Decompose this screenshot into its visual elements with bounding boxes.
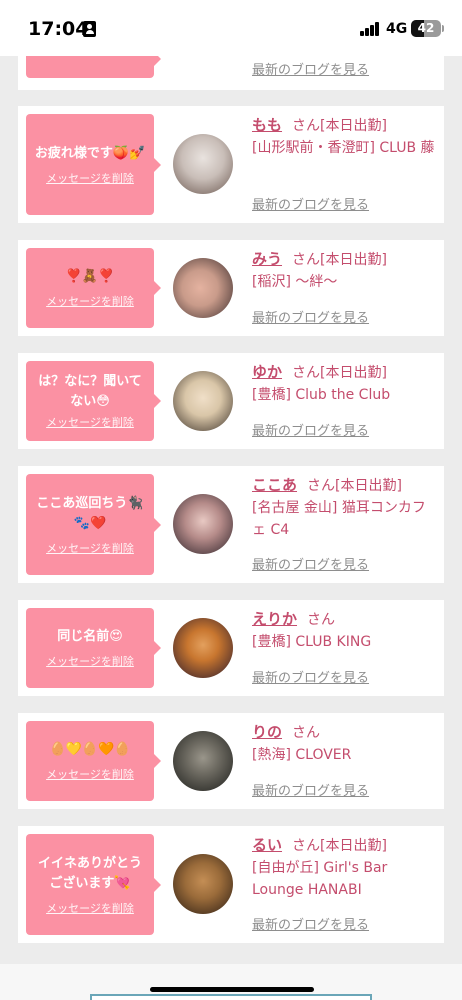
cast-info: ゆか さん[本日出勤] [豊橋] Club the Club — [252, 361, 438, 406]
attendance-tag: [本日出勤] — [320, 118, 387, 134]
delete-message-link[interactable]: メッセージを削除 — [46, 900, 134, 916]
message-bubble: ここあ巡回ちう🐈‍⬛🐾❤️ メッセージを削除 — [26, 474, 161, 575]
message-bubble: イイネありがとうございます💘 メッセージを削除 — [26, 834, 161, 935]
message-text: イイネありがとうございます💘 — [37, 855, 142, 891]
cast-name-link[interactable]: みう — [252, 250, 282, 268]
cast-name-link[interactable]: もも — [252, 116, 282, 134]
message-card: 🥚💛🥚🧡🥚 メッセージを削除 りの さん [熱海] CLOVER 最新のブログを見… — [18, 713, 444, 809]
honorific: さん — [292, 118, 321, 134]
avatar[interactable] — [173, 618, 233, 678]
cast-name-link[interactable]: ここあ — [252, 476, 297, 494]
latest-blog-link[interactable]: 最新のブログを見る — [252, 667, 369, 686]
message-bubble: は？なに？聞いてない😳 メッセージを削除 — [26, 361, 161, 441]
honorific: さん — [307, 612, 336, 628]
delete-message-link[interactable]: メッセージを削除 — [46, 766, 134, 782]
honorific: さん — [292, 838, 321, 854]
cast-info: みう さん[本日出勤] [稲沢] 〜絆〜 — [252, 248, 438, 293]
honorific: さん — [307, 478, 336, 494]
message-bubble: ❣️🧸❣️ メッセージを削除 — [26, 248, 161, 328]
message-text: お疲れ様です🍑💅 — [34, 145, 146, 161]
message-list: 最新のブログを見る お疲れ様です🍑💅 メッセージを削除 もも さん[本日出勤] [… — [0, 0, 462, 1000]
cast-name-link[interactable]: りの — [252, 723, 282, 741]
message-card: お疲れ様です🍑💅 メッセージを削除 もも さん[本日出勤] [山形駅前・香澄町] … — [18, 106, 444, 223]
latest-blog-link[interactable]: 最新のブログを見る — [252, 307, 369, 326]
avatar[interactable] — [173, 134, 233, 194]
delete-message-link[interactable]: メッセージを削除 — [46, 540, 134, 556]
cast-name-link[interactable]: えりか — [252, 610, 297, 628]
footer-button[interactable] — [90, 994, 372, 1000]
latest-blog-link[interactable]: 最新のブログを見る — [252, 914, 369, 933]
message-card: ここあ巡回ちう🐈‍⬛🐾❤️ メッセージを削除 ここあ さん[本日出勤] [名古屋 … — [18, 466, 444, 583]
message-text: 🥚💛🥚🧡🥚 — [49, 742, 131, 757]
network-type: 4G — [386, 21, 408, 37]
cast-info: もも さん[本日出勤] [山形駅前・香澄町] CLUB 藤 — [252, 114, 438, 159]
shop-name: [熱海] CLOVER — [252, 747, 352, 763]
latest-blog-link[interactable]: 最新のブログを見る — [252, 420, 369, 439]
battery-icon: 42 — [411, 20, 441, 37]
latest-blog-link[interactable]: 最新のブログを見る — [252, 780, 369, 799]
attendance-tag: [本日出勤] — [320, 252, 387, 268]
message-text: ここあ巡回ちう🐈‍⬛🐾❤️ — [36, 495, 144, 531]
cast-info: りの さん [熱海] CLOVER — [252, 721, 438, 766]
message-card: は？なに？聞いてない😳 メッセージを削除 ゆか さん[本日出勤] [豊橋] Clu… — [18, 353, 444, 449]
avatar[interactable] — [173, 258, 233, 318]
cast-info: えりか さん [豊橋] CLUB KING — [252, 608, 438, 653]
latest-blog-link[interactable]: 最新のブログを見る — [252, 194, 369, 213]
message-text: は？なに？聞いてない😳 — [38, 374, 142, 409]
cast-name-link[interactable]: るい — [252, 836, 282, 854]
honorific: さん — [292, 365, 321, 381]
cast-name-link[interactable]: ゆか — [252, 363, 282, 381]
battery-level: 42 — [417, 21, 435, 35]
delete-message-link[interactable]: メッセージを削除 — [46, 414, 134, 430]
honorific: さん — [292, 725, 321, 741]
status-bar: 17:04 4G 42 — [0, 0, 462, 56]
avatar[interactable] — [173, 371, 233, 431]
attendance-tag: [本日出勤] — [335, 478, 402, 494]
home-indicator — [150, 987, 314, 992]
footer-area — [0, 964, 462, 1000]
avatar[interactable] — [173, 731, 233, 791]
shop-name: [豊橋] CLUB KING — [252, 634, 372, 650]
honorific: さん — [292, 252, 321, 268]
signal-icon — [360, 22, 380, 36]
message-bubble: お疲れ様です🍑💅 メッセージを削除 — [26, 114, 161, 215]
cast-info: るい さん[本日出勤] [自由が丘] Girl's Bar Lounge HANA… — [252, 834, 438, 901]
message-card: 同じ名前😍 メッセージを削除 えりか さん [豊橋] CLUB KING 最新のブ… — [18, 600, 444, 696]
shop-name: [自由が丘] Girl's Bar Lounge HANABI — [252, 860, 388, 898]
message-card: ❣️🧸❣️ メッセージを削除 みう さん[本日出勤] [稲沢] 〜絆〜 最新のブロ… — [18, 240, 444, 336]
attendance-tag: [本日出勤] — [320, 365, 387, 381]
delete-message-link[interactable]: メッセージを削除 — [46, 170, 134, 186]
cast-info: ここあ さん[本日出勤] [名古屋 金山] 猫耳コンカフェ C4 — [252, 474, 438, 541]
delete-message-link[interactable]: メッセージを削除 — [46, 653, 134, 669]
status-time: 17:04 — [28, 18, 89, 40]
shop-name: [豊橋] Club the Club — [252, 387, 391, 403]
message-card: イイネありがとうございます💘 メッセージを削除 るい さん[本日出勤] [自由が丘… — [18, 826, 444, 943]
attendance-tag: [本日出勤] — [320, 838, 387, 854]
battery-tip — [442, 25, 444, 32]
shop-name: [山形駅前・香澄町] CLUB 藤 — [252, 140, 435, 156]
message-text: ❣️🧸❣️ — [65, 269, 115, 284]
message-bubble: 同じ名前😍 メッセージを削除 — [26, 608, 161, 688]
latest-blog-link[interactable]: 最新のブログを見る — [252, 554, 369, 573]
avatar[interactable] — [173, 854, 233, 914]
person-icon — [83, 21, 96, 37]
message-bubble: 🥚💛🥚🧡🥚 メッセージを削除 — [26, 721, 161, 801]
message-text: 同じ名前😍 — [57, 629, 123, 644]
shop-name: [名古屋 金山] 猫耳コンカフェ C4 — [252, 500, 426, 538]
delete-message-link[interactable]: メッセージを削除 — [46, 293, 134, 309]
latest-blog-link[interactable]: 最新のブログを見る — [252, 59, 369, 78]
avatar[interactable] — [173, 494, 233, 554]
shop-name: [稲沢] 〜絆〜 — [252, 274, 338, 290]
